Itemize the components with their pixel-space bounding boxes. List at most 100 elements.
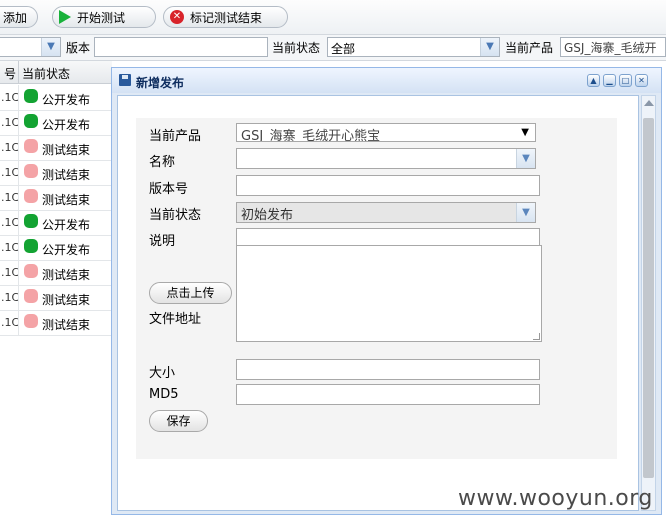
status-indicator-icon <box>24 89 38 103</box>
status-indicator-icon <box>24 214 38 228</box>
column-divider <box>18 110 19 135</box>
row-version: 1.1C <box>0 216 20 229</box>
table-row[interactable]: 1.1C 公开发布 <box>0 210 112 236</box>
minimize-icon[interactable]: ▁ <box>603 74 616 87</box>
add-button[interactable]: 添加 <box>0 6 39 28</box>
row-status: 测试结束 <box>42 143 91 157</box>
status-filter-select[interactable]: 全部 ▼ <box>327 37 500 57</box>
chevron-down-icon[interactable]: ▼ <box>480 38 499 56</box>
row-status: 公开发布 <box>42 93 91 107</box>
dialog-scrollbar[interactable] <box>641 95 656 511</box>
row-version: 1.1C <box>0 266 20 279</box>
column-divider <box>18 285 19 310</box>
caret-down-icon: ▼ <box>521 127 529 138</box>
description-label: 说明 <box>149 234 176 249</box>
column-divider <box>18 235 19 260</box>
grid-header-version: 号 <box>3 67 16 81</box>
row-version: 1.1C <box>0 316 20 329</box>
table-row[interactable]: 1.1C 公开发布 <box>0 235 112 261</box>
product-select-value: GSJ_海寨_毛绒开心熊宝 <box>241 129 381 142</box>
start-test-label: 开始测试 <box>77 10 126 25</box>
version-input[interactable] <box>236 175 540 196</box>
release-form: 当前产品 GSJ_海寨_毛绒开心熊宝 ▼ 名称 ▼ 版本号 当前状态 初始发布 … <box>136 118 617 459</box>
status-indicator-icon <box>24 289 38 303</box>
status-indicator-icon <box>24 114 38 128</box>
version-label: 版本号 <box>149 182 189 197</box>
grid-header: 号 当前状态 <box>0 61 112 84</box>
status-label: 当前状态 <box>149 208 202 223</box>
mark-test-end-button[interactable]: ✕ 标记测试结束 <box>163 6 288 28</box>
row-version: 1.1C <box>0 166 20 179</box>
row-version: 1.1C <box>0 291 20 304</box>
status-indicator-icon <box>24 314 38 328</box>
name-select[interactable]: ▼ <box>236 148 536 169</box>
size-input[interactable] <box>236 359 540 380</box>
status-select[interactable]: 初始发布 ▼ <box>236 202 536 223</box>
row-status: 测试结束 <box>42 168 91 182</box>
row-status: 测试结束 <box>42 293 91 307</box>
chevron-down-icon[interactable]: ▼ <box>516 149 535 168</box>
row-status: 测试结束 <box>42 268 91 282</box>
row-version: 1.1C <box>0 91 20 104</box>
product-select[interactable]: GSJ_海寨_毛绒开心熊宝 ▼ <box>236 123 536 142</box>
filter-bar: ▼ 版本 当前状态 全部 ▼ 当前产品 GSJ_海寨_毛绒开 <box>0 35 666 61</box>
table-row[interactable]: 1.1C 公开发布 <box>0 85 112 111</box>
collapse-icon[interactable]: ▲ <box>587 74 600 87</box>
close-circle-icon: ✕ <box>170 10 184 24</box>
upload-button[interactable]: 点击上传 <box>149 282 232 304</box>
table-row[interactable]: 1.1C 测试结束 <box>0 185 112 211</box>
table-row[interactable]: 1.1C 公开发布 <box>0 110 112 136</box>
description-textarea[interactable] <box>236 245 542 342</box>
scrollbar-thumb[interactable] <box>643 118 654 478</box>
product-filter-select[interactable]: GSJ_海寨_毛绒开 <box>560 37 666 57</box>
toolbar: 添加 开始测试 ✕ 标记测试结束 <box>0 0 666 35</box>
status-indicator-icon <box>24 164 38 178</box>
row-status: 测试结束 <box>42 318 91 332</box>
add-button-label: 添加 <box>3 10 28 25</box>
row-status: 公开发布 <box>42 118 91 132</box>
save-button[interactable]: 保存 <box>149 410 208 432</box>
version-filter-input[interactable] <box>94 37 268 57</box>
table-row[interactable]: 1.1C 测试结束 <box>0 285 112 311</box>
maximize-icon[interactable]: □ <box>619 74 632 87</box>
status-indicator-icon <box>24 139 38 153</box>
mark-test-end-label: 标记测试结束 <box>190 10 263 25</box>
column-divider <box>18 210 19 235</box>
row-status: 测试结束 <box>42 193 91 207</box>
name-label: 名称 <box>149 155 176 170</box>
filter-select-left[interactable]: ▼ <box>0 37 61 57</box>
status-filter-value: 全部 <box>331 42 356 56</box>
row-status: 公开发布 <box>42 243 91 257</box>
chevron-down-icon[interactable]: ▼ <box>516 203 535 222</box>
table-row[interactable]: 1.1C 测试结束 <box>0 260 112 286</box>
row-version: 1.1C <box>0 116 20 129</box>
resize-grip-icon[interactable] <box>533 333 540 340</box>
column-divider <box>18 310 19 335</box>
column-divider <box>18 260 19 285</box>
start-test-button[interactable]: 开始测试 <box>52 6 156 28</box>
version-filter-label: 版本 <box>66 41 91 55</box>
md5-input[interactable] <box>236 384 540 405</box>
release-grid: 号 当前状态 1.1C 公开发布 1.1C 公开发布 1.1C 测试结束 1.1C 测试结束 1… <box>0 61 112 527</box>
floppy-icon <box>119 74 131 86</box>
file-address-label: 文件地址 <box>149 312 202 327</box>
md5-label: MD5 <box>149 387 179 402</box>
status-indicator-icon <box>24 264 38 278</box>
column-divider <box>18 185 19 210</box>
row-version: 1.1C <box>0 241 20 254</box>
column-divider <box>18 135 19 160</box>
table-row[interactable]: 1.1C 测试结束 <box>0 310 112 336</box>
column-divider <box>18 85 19 110</box>
status-indicator-icon <box>24 189 38 203</box>
table-row[interactable]: 1.1C 测试结束 <box>0 160 112 186</box>
play-icon <box>59 10 71 24</box>
dialog-title: 新增发布 <box>136 76 185 90</box>
close-icon[interactable]: ✕ <box>635 74 648 87</box>
product-filter-label: 当前产品 <box>505 41 554 55</box>
scroll-up-icon[interactable] <box>644 100 654 106</box>
table-row[interactable]: 1.1C 测试结束 <box>0 135 112 161</box>
product-label: 当前产品 <box>149 129 202 144</box>
chevron-down-icon[interactable]: ▼ <box>41 38 60 56</box>
new-release-dialog: 新增发布 ▲ ▁ □ ✕ 当前产品 GSJ_海寨_毛绒开心熊宝 ▼ 名称 ▼ 版… <box>111 67 662 515</box>
dialog-body: 当前产品 GSJ_海寨_毛绒开心熊宝 ▼ 名称 ▼ 版本号 当前状态 初始发布 … <box>117 95 639 511</box>
